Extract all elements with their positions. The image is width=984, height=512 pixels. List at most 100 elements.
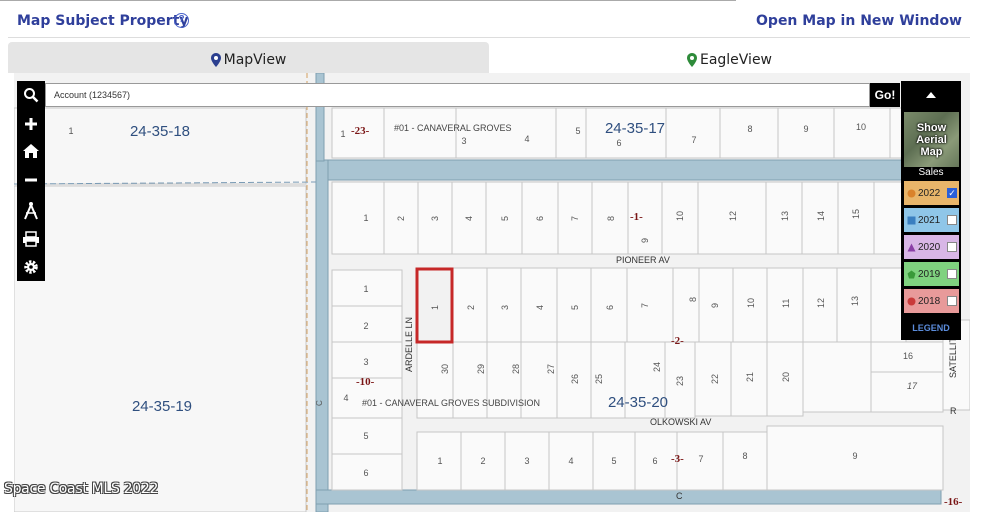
svg-text:13: 13 xyxy=(850,296,860,306)
year-toggle-2019[interactable]: 2019 xyxy=(904,262,959,286)
year-toggle-2020[interactable]: 2020 xyxy=(904,235,959,259)
svg-text:4: 4 xyxy=(464,216,474,221)
circle-marker-icon xyxy=(907,297,916,305)
tab-eagleview[interactable]: EagleView xyxy=(489,42,970,73)
subdivision-label-bottom: #01 - CANAVERAL GROVES SUBDIVISION xyxy=(362,398,540,408)
svg-text:1: 1 xyxy=(363,213,368,223)
svg-text:5: 5 xyxy=(500,216,510,221)
year-checkbox[interactable] xyxy=(947,269,957,279)
account-search-input[interactable] xyxy=(45,83,870,107)
svg-text:20: 20 xyxy=(781,372,791,382)
svg-text:9: 9 xyxy=(710,303,720,308)
svg-text:1: 1 xyxy=(437,456,442,466)
street-pioneer: PIONEER AV xyxy=(616,255,670,265)
svg-text:3: 3 xyxy=(524,456,529,466)
year-label: 2019 xyxy=(918,268,941,280)
zoom-out-button[interactable] xyxy=(17,168,45,192)
subdivision-label-top: #01 - CANAVERAL GROVES xyxy=(394,123,512,133)
svg-text:12: 12 xyxy=(816,298,826,308)
zoom-in-button[interactable] xyxy=(17,112,45,136)
svg-text:9: 9 xyxy=(640,238,650,243)
minus-icon xyxy=(25,178,37,182)
print-button[interactable] xyxy=(17,227,45,251)
home-button[interactable] xyxy=(17,139,45,163)
year-label: 2021 xyxy=(918,214,941,226)
svg-text:11: 11 xyxy=(781,299,791,308)
tab-mapview-label: MapView xyxy=(223,51,287,68)
svg-text:5: 5 xyxy=(575,126,580,136)
sales-side-panel: Show Aerial Map Sales 2022 ✓ 2021 2020 2… xyxy=(901,81,961,340)
go-button[interactable]: Go! xyxy=(870,83,900,107)
svg-text:7: 7 xyxy=(691,135,696,145)
block-label: -16- xyxy=(944,496,963,508)
svg-text:2: 2 xyxy=(480,456,485,466)
svg-text:3: 3 xyxy=(500,305,510,310)
svg-text:9: 9 xyxy=(852,451,857,461)
block-label: -10- xyxy=(356,376,375,388)
svg-text:1: 1 xyxy=(363,284,368,294)
svg-text:10: 10 xyxy=(856,122,866,132)
parcel-map-canvas[interactable]: 1 13 456 78 9 10 112 345 6 1617 123 456 78… xyxy=(14,73,970,512)
section-label-18: 24-35-18 xyxy=(130,123,190,140)
tab-mapview[interactable]: MapView xyxy=(8,42,489,73)
svg-text:2: 2 xyxy=(363,321,368,331)
road-r-label: R xyxy=(950,406,957,416)
svg-text:21: 21 xyxy=(745,372,755,382)
svg-text:13: 13 xyxy=(780,211,790,221)
svg-text:7: 7 xyxy=(698,454,703,464)
svg-text:15: 15 xyxy=(851,209,861,219)
block-label: -3- xyxy=(671,453,684,465)
svg-text:6: 6 xyxy=(535,216,545,221)
page-root: { "header": { "title": "Map Subject Prop… xyxy=(0,0,984,512)
year-toggle-2018[interactable]: 2018 xyxy=(904,289,959,313)
home-icon xyxy=(23,144,39,158)
triangle-marker-icon xyxy=(907,243,916,251)
street-olkowski: OLKOWSKI AV xyxy=(650,417,711,427)
block-label: -23- xyxy=(351,125,370,137)
plus-icon xyxy=(25,118,37,130)
open-map-link[interactable]: Open Map in New Window xyxy=(756,13,962,29)
map-pin-icon xyxy=(210,52,221,67)
road-c-label: C xyxy=(676,491,683,501)
parcel-map[interactable]: 113 456 789 10 112 345 6 16 17 123 456 78… xyxy=(14,73,970,512)
search-tool[interactable] xyxy=(17,83,45,107)
page-title: Map Subject Property xyxy=(17,13,189,29)
block-label: -1- xyxy=(630,211,643,223)
svg-text:5: 5 xyxy=(570,305,580,310)
svg-text:2: 2 xyxy=(396,216,406,221)
svg-text:23: 23 xyxy=(675,376,685,386)
svg-text:1: 1 xyxy=(340,129,345,139)
search-icon xyxy=(24,88,39,103)
year-toggle-2022[interactable]: 2022 ✓ xyxy=(904,181,959,205)
legend-button[interactable]: LEGEND xyxy=(901,323,961,333)
year-checkbox[interactable] xyxy=(947,242,957,252)
svg-text:8: 8 xyxy=(742,451,747,461)
show-aerial-map-button[interactable]: Show Aerial Map xyxy=(904,112,959,167)
year-checkbox[interactable] xyxy=(947,296,957,306)
watermark: Space Coast MLS 2022 xyxy=(4,481,159,497)
measure-tool[interactable] xyxy=(17,199,45,223)
map-pin-icon xyxy=(686,52,697,67)
svg-text:4: 4 xyxy=(343,393,348,403)
sales-label: Sales xyxy=(918,167,944,178)
square-marker-icon xyxy=(907,216,916,224)
svg-text:2: 2 xyxy=(466,305,476,310)
svg-text:8: 8 xyxy=(747,124,752,134)
svg-text:1: 1 xyxy=(430,305,440,310)
svg-text:24: 24 xyxy=(652,362,662,372)
svg-text:7: 7 xyxy=(640,303,650,308)
svg-text:4: 4 xyxy=(524,134,529,144)
svg-text:10: 10 xyxy=(675,211,685,221)
svg-text:17: 17 xyxy=(907,381,918,391)
collapse-button[interactable] xyxy=(901,81,961,109)
settings-button[interactable] xyxy=(17,255,45,279)
year-checkbox[interactable] xyxy=(947,215,957,225)
year-toggle-2021[interactable]: 2021 xyxy=(904,208,959,232)
svg-text:27: 27 xyxy=(546,364,556,374)
year-checkbox[interactable]: ✓ xyxy=(947,188,957,198)
header-divider xyxy=(8,37,970,38)
svg-text:5: 5 xyxy=(611,456,616,466)
svg-text:8: 8 xyxy=(606,216,616,221)
help-icon[interactable]: ? xyxy=(174,13,189,28)
svg-text:22: 22 xyxy=(710,374,720,384)
